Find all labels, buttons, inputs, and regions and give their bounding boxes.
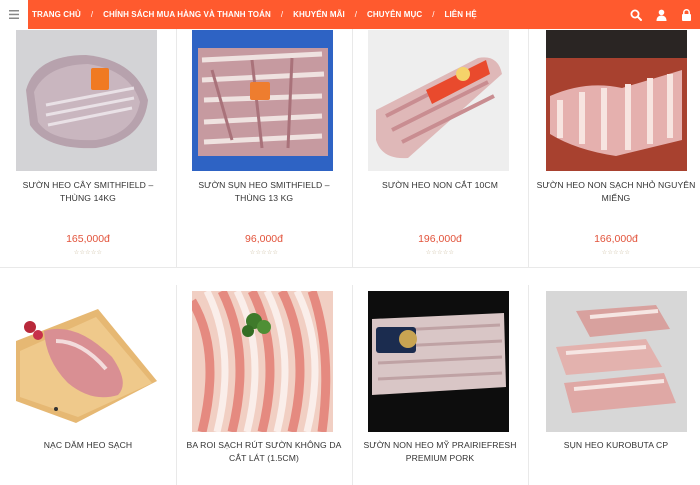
nav-item-home[interactable]: TRANG CHỦ [32,10,81,19]
product-card[interactable]: SƯỜN SỤN HEO SMITHFIELD – THÙNG 13 KG 96… [176,29,352,267]
product-card[interactable]: SƯỜN HEO CÂY SMITHFIELD – THÙNG 14KG 165… [0,29,176,267]
main-nav: TRANG CHỦ / CHÍNH SÁCH MUA HÀNG VÀ THANH… [28,0,477,29]
product-card[interactable]: SƯỜN HEO NON CẮT 10CM 196,000đ ☆☆☆☆☆ [352,29,528,267]
product-image[interactable] [546,30,687,171]
lock-icon[interactable] [681,8,692,21]
product-image[interactable] [16,291,157,432]
product-name[interactable]: SƯỜN HEO NON CẮT 10CM [360,179,520,192]
product-price: 166,000đ [594,233,638,245]
nav-item-promotions[interactable]: KHUYẾN MÃI [293,10,345,19]
product-price: 196,000đ [418,233,462,245]
product-name[interactable]: SỤN HEO KUROBUTA CP [536,439,696,452]
hamburger-menu-button[interactable] [0,0,28,29]
nav-separator: / [432,10,435,19]
row-divider [0,267,700,268]
product-card[interactable]: SƯỜN NON HEO MỸ PRAIRIEFRESH PREMIUM POR… [352,285,528,475]
product-card[interactable]: NẠC DĂM HEO SẠCH [0,285,176,475]
product-name[interactable]: SƯỜN SỤN HEO SMITHFIELD – THÙNG 13 KG [184,179,344,205]
product-image[interactable] [368,30,509,171]
nav-item-contact[interactable]: LIÊN HỆ [445,10,477,19]
nav-separator: / [280,10,284,19]
search-icon[interactable] [630,9,642,21]
product-name[interactable]: SƯỜN NON HEO MỸ PRAIRIEFRESH PREMIUM POR… [360,439,520,465]
product-price: 165,000đ [66,233,110,245]
nav-separator: / [354,10,358,19]
product-name[interactable]: BA ROI SẠCH RÚT SƯỜN KHÔNG DA CẮT LÁT (1… [184,439,344,465]
product-card[interactable]: BA ROI SẠCH RÚT SƯỜN KHÔNG DA CẮT LÁT (1… [176,285,352,475]
nav-separator: / [90,10,94,19]
nav-item-categories[interactable]: CHUYÊN MỤC [367,10,422,19]
product-price: 96,000đ [245,233,283,245]
nav-item-purchase-policy[interactable]: CHÍNH SÁCH MUA HÀNG VÀ THANH TOÁN [103,10,271,19]
product-image[interactable] [192,30,333,171]
hamburger-icon [9,10,19,19]
rating-stars: ☆☆☆☆☆ [249,250,279,256]
nav-tools [630,0,692,29]
user-icon[interactable] [656,9,667,21]
product-image[interactable] [192,291,333,432]
rating-stars: ☆☆☆☆☆ [425,250,455,256]
product-image[interactable] [16,30,157,171]
rating-stars: ☆☆☆☆☆ [601,250,631,256]
product-name[interactable]: NẠC DĂM HEO SẠCH [8,439,168,452]
product-name[interactable]: SƯỜN HEO NON SẠCH NHỎ NGUYÊN MIẾNG [536,179,696,205]
product-image[interactable] [546,291,687,432]
top-nav-bar: TRANG CHỦ / CHÍNH SÁCH MUA HÀNG VÀ THANH… [0,0,700,29]
product-image[interactable] [368,291,509,432]
product-card[interactable]: SỤN HEO KUROBUTA CP [528,285,700,475]
rating-stars: ☆☆☆☆☆ [73,250,103,256]
product-card[interactable]: SƯỜN HEO NON SẠCH NHỎ NGUYÊN MIẾNG 166,0… [528,29,700,267]
product-name[interactable]: SƯỜN HEO CÂY SMITHFIELD – THÙNG 14KG [8,179,168,205]
